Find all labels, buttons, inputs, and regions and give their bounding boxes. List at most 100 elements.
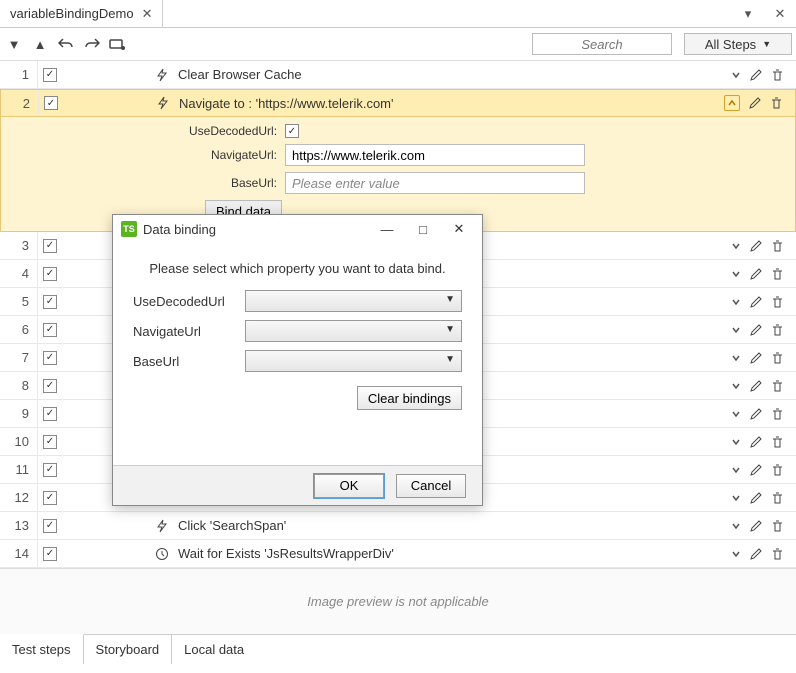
dialog-title: Data binding xyxy=(143,222,216,237)
edit-icon[interactable] xyxy=(749,379,763,393)
edit-icon[interactable] xyxy=(749,68,763,82)
delete-icon[interactable] xyxy=(771,379,784,393)
expand-icon[interactable] xyxy=(731,269,741,279)
step-row[interactable]: 14✓Wait for Exists 'JsResultsWrapperDiv' xyxy=(0,540,796,568)
expand-icon[interactable] xyxy=(731,353,741,363)
step-enabled-checkbox[interactable]: ✓ xyxy=(43,323,57,337)
step-enabled-checkbox[interactable]: ✓ xyxy=(43,239,57,253)
chevron-down-icon[interactable]: ▼ xyxy=(4,34,24,54)
step-toolbar: ▼ ▲ All Steps ▼ xyxy=(0,28,796,60)
navigateurl-input[interactable] xyxy=(285,144,585,166)
navigateurl-label: NavigateUrl: xyxy=(189,148,277,162)
combo-usedecodedurl[interactable] xyxy=(245,290,462,312)
undo-icon[interactable] xyxy=(56,34,76,54)
edit-icon[interactable] xyxy=(749,463,763,477)
step-enabled-checkbox[interactable]: ✓ xyxy=(43,295,57,309)
document-tab[interactable]: variableBindingDemo ✕ xyxy=(0,0,163,27)
delete-icon[interactable] xyxy=(771,491,784,505)
edit-icon[interactable] xyxy=(748,96,762,110)
delete-icon[interactable] xyxy=(771,267,784,281)
expand-icon[interactable] xyxy=(731,381,741,391)
step-enabled-checkbox[interactable]: ✓ xyxy=(43,463,57,477)
step-number: 1 xyxy=(0,61,38,88)
clear-bindings-button[interactable]: Clear bindings xyxy=(357,386,462,410)
expand-icon[interactable] xyxy=(731,493,741,503)
step-enabled-checkbox[interactable]: ✓ xyxy=(43,547,57,561)
expand-icon[interactable] xyxy=(731,409,741,419)
step-number: 14 xyxy=(0,540,38,567)
document-tabbar: variableBindingDemo ✕ ▾ ✕ xyxy=(0,0,796,28)
maximize-icon[interactable]: □ xyxy=(408,222,438,237)
edit-icon[interactable] xyxy=(749,323,763,337)
close-icon[interactable]: ✕ xyxy=(444,221,474,237)
edit-icon[interactable] xyxy=(749,295,763,309)
delete-icon[interactable] xyxy=(770,96,783,110)
dialog-titlebar: TS Data binding — □ ✕ xyxy=(113,215,482,243)
step-row[interactable]: 2✓Navigate to : 'https://www.telerik.com… xyxy=(0,89,796,117)
edit-icon[interactable] xyxy=(749,407,763,421)
delete-icon[interactable] xyxy=(771,547,784,561)
step-number: 9 xyxy=(0,400,38,427)
step-enabled-checkbox[interactable]: ✓ xyxy=(43,267,57,281)
cancel-button[interactable]: Cancel xyxy=(396,474,466,498)
collapse-icon[interactable] xyxy=(724,95,740,111)
step-enabled-checkbox[interactable]: ✓ xyxy=(43,407,57,421)
step-enabled-checkbox[interactable]: ✓ xyxy=(43,351,57,365)
expand-icon[interactable] xyxy=(731,70,741,80)
tab-storyboard[interactable]: Storyboard xyxy=(84,635,173,664)
record-icon[interactable] xyxy=(108,34,128,54)
expand-icon[interactable] xyxy=(731,465,741,475)
expand-icon[interactable] xyxy=(731,241,741,251)
dock-icon[interactable]: ▾ xyxy=(732,0,764,27)
delete-icon[interactable] xyxy=(771,323,784,337)
expand-icon[interactable] xyxy=(731,521,741,531)
edit-icon[interactable] xyxy=(749,491,763,505)
dialog-instruction: Please select which property you want to… xyxy=(133,261,462,276)
steps-filter-label: All Steps xyxy=(705,37,756,52)
step-enabled-checkbox[interactable]: ✓ xyxy=(43,491,57,505)
minimize-icon[interactable]: — xyxy=(372,222,402,237)
step-enabled-checkbox[interactable]: ✓ xyxy=(43,519,57,533)
edit-icon[interactable] xyxy=(749,435,763,449)
search-input[interactable] xyxy=(532,33,672,55)
edit-icon[interactable] xyxy=(749,267,763,281)
baseurl-input[interactable] xyxy=(285,172,585,194)
usedecodedurl-checkbox[interactable]: ✓ xyxy=(285,124,299,138)
delete-icon[interactable] xyxy=(771,435,784,449)
expand-icon[interactable] xyxy=(731,549,741,559)
expand-icon[interactable] xyxy=(731,437,741,447)
combo-baseurl[interactable] xyxy=(245,350,462,372)
step-row[interactable]: 1 ✓ Clear Browser Cache xyxy=(0,61,796,89)
delete-icon[interactable] xyxy=(771,239,784,253)
tab-test-steps[interactable]: Test steps xyxy=(0,634,84,664)
step-enabled-checkbox[interactable]: ✓ xyxy=(43,68,57,82)
step-number: 5 xyxy=(0,288,38,315)
ok-button[interactable]: OK xyxy=(314,474,384,498)
step-enabled-checkbox[interactable]: ✓ xyxy=(43,435,57,449)
step-type-icon xyxy=(150,519,174,533)
edit-icon[interactable] xyxy=(749,239,763,253)
edit-icon[interactable] xyxy=(749,519,763,533)
move-up-icon[interactable]: ▲ xyxy=(30,34,50,54)
step-enabled-checkbox[interactable]: ✓ xyxy=(44,96,58,110)
step-enabled-checkbox[interactable]: ✓ xyxy=(43,379,57,393)
step-number: 8 xyxy=(0,372,38,399)
expand-icon[interactable] xyxy=(731,325,741,335)
delete-icon[interactable] xyxy=(771,519,784,533)
redo-icon[interactable] xyxy=(82,34,102,54)
delete-icon[interactable] xyxy=(771,407,784,421)
delete-icon[interactable] xyxy=(771,351,784,365)
steps-filter-dropdown[interactable]: All Steps ▼ xyxy=(684,33,792,55)
delete-icon[interactable] xyxy=(771,463,784,477)
edit-icon[interactable] xyxy=(749,547,763,561)
close-tab-icon[interactable]: ✕ xyxy=(142,6,153,22)
step-label: Clear Browser Cache xyxy=(174,67,719,82)
expand-icon[interactable] xyxy=(731,297,741,307)
step-row[interactable]: 13✓Click 'SearchSpan' xyxy=(0,512,796,540)
combo-navigateurl[interactable] xyxy=(245,320,462,342)
tab-local-data[interactable]: Local data xyxy=(172,635,256,664)
close-panel-icon[interactable]: ✕ xyxy=(764,0,796,27)
delete-icon[interactable] xyxy=(771,295,784,309)
delete-icon[interactable] xyxy=(771,68,784,82)
edit-icon[interactable] xyxy=(749,351,763,365)
